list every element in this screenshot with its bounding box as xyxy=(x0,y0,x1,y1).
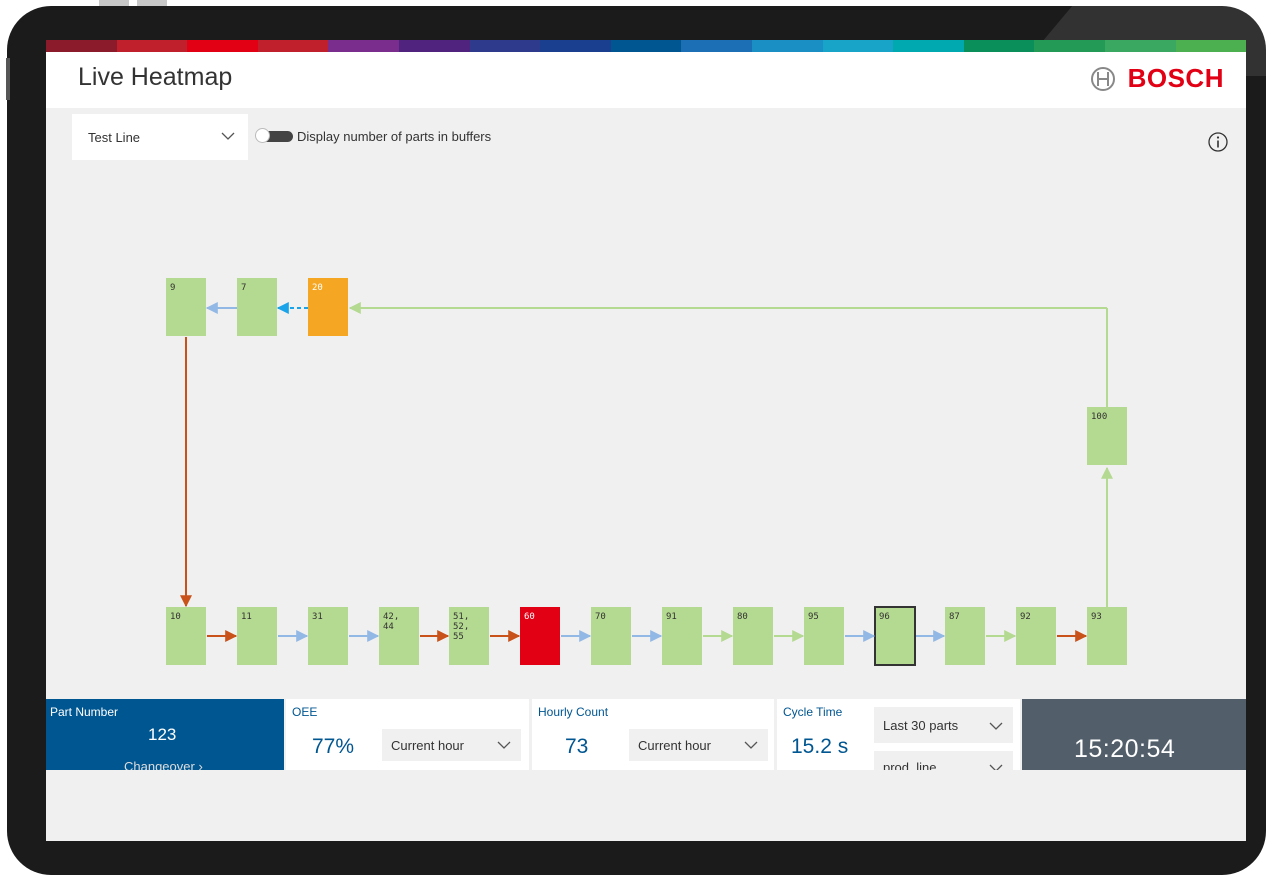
camera-sensor-marks xyxy=(99,0,167,6)
clock-time: 15:20:54 xyxy=(1074,735,1176,763)
station-9[interactable]: 9 xyxy=(166,278,206,336)
station-96[interactable]: 96 xyxy=(874,606,916,666)
oee-title: OEE xyxy=(292,705,318,719)
oee-panel: OEE 77% Current hour xyxy=(286,699,529,770)
chevron-down-icon xyxy=(497,741,511,749)
cycle-time-source-label: prod_line xyxy=(883,760,937,770)
station-label: 93 xyxy=(1091,612,1102,622)
station-label: 11 xyxy=(241,612,252,622)
chevron-down-icon xyxy=(744,741,758,749)
station-31[interactable]: 31 xyxy=(308,607,348,665)
station-label: 20 xyxy=(312,283,323,293)
part-number-panel: Part Number 123 Changeover › xyxy=(46,699,284,774)
part-number-title: Part Number xyxy=(50,705,119,719)
station-label: 70 xyxy=(595,612,606,622)
part-number-value: 123 xyxy=(148,725,177,744)
station-label: 91 xyxy=(666,612,677,622)
station-100[interactable]: 100 xyxy=(1087,407,1127,465)
cycle-time-range-label: Last 30 parts xyxy=(883,718,959,733)
cycle-time-value: 15.2 s xyxy=(791,735,849,758)
oee-period-select[interactable]: Current hour xyxy=(382,729,521,761)
station-label: 87 xyxy=(949,612,960,622)
station-42-44[interactable]: 42, 44 xyxy=(379,607,419,665)
hourly-count-value: 73 xyxy=(565,735,589,758)
station-label: 92 xyxy=(1020,612,1031,622)
cycle-time-range-select[interactable]: Last 30 parts xyxy=(874,707,1013,743)
chevron-down-icon xyxy=(989,764,1003,770)
hourly-count-period-label: Current hour xyxy=(638,738,711,753)
cycle-time-panel: Cycle Time 15.2 s Last 30 parts prod_lin… xyxy=(777,699,1020,770)
app-screen: Live Heatmap BOSCH Test Line Display num… xyxy=(46,40,1246,841)
station-label: 96 xyxy=(879,612,890,622)
station-20[interactable]: 20 xyxy=(308,278,348,336)
station-label: 7 xyxy=(241,283,246,293)
heatmap-diagram: 9 7 20 100 10 11 31 42, 44 51, 52, 55 60 70 91 80 95 96 87… xyxy=(166,278,1127,666)
station-label: 100 xyxy=(1091,412,1107,422)
oee-period-label: Current hour xyxy=(391,738,464,753)
hourly-count-panel: Hourly Count 73 Current hour xyxy=(532,699,774,770)
hourly-count-title: Hourly Count xyxy=(538,705,609,719)
station-label: 80 xyxy=(737,612,748,622)
chevron-down-icon xyxy=(989,722,1003,730)
station-80[interactable]: 80 xyxy=(733,607,773,665)
station-label: 10 xyxy=(170,612,181,622)
station-label: 95 xyxy=(808,612,819,622)
oee-value: 77% xyxy=(312,735,355,758)
station-95[interactable]: 95 xyxy=(804,607,844,665)
empty-bottom-area xyxy=(46,770,1246,841)
station-87[interactable]: 87 xyxy=(945,607,985,665)
station-7[interactable]: 7 xyxy=(237,278,277,336)
station-11[interactable]: 11 xyxy=(237,607,277,665)
station-91[interactable]: 91 xyxy=(662,607,702,665)
kpi-footer: Part Number 123 Changeover › OEE 77% Cur… xyxy=(46,699,1246,774)
station-60[interactable]: 60 xyxy=(520,607,560,665)
side-button xyxy=(6,58,10,100)
station-label: 60 xyxy=(524,612,535,622)
station-92[interactable]: 92 xyxy=(1016,607,1056,665)
station-70[interactable]: 70 xyxy=(591,607,631,665)
station-93[interactable]: 93 xyxy=(1087,607,1127,665)
station-label: 9 xyxy=(170,283,175,293)
station-51-52-55[interactable]: 51, 52, 55 xyxy=(449,607,489,665)
hourly-count-period-select[interactable]: Current hour xyxy=(629,729,768,761)
cycle-time-source-select[interactable]: prod_line xyxy=(874,751,1013,770)
cycle-time-title: Cycle Time xyxy=(783,705,843,719)
station-label: 31 xyxy=(312,612,323,622)
clock-panel: 15:20:54 xyxy=(1022,699,1246,770)
station-10[interactable]: 10 xyxy=(166,607,206,665)
